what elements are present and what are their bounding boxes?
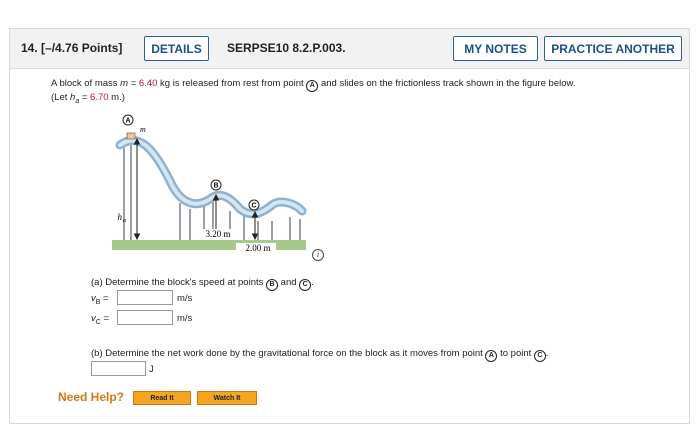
figure-dim-2-00: 2.00 m — [245, 243, 270, 253]
block — [126, 132, 136, 140]
equals-sign: = — [100, 293, 109, 304]
part-a-text: (a) Determine the block's speed at point… — [91, 277, 267, 288]
figure-dim-3-20: 3.20 m — [205, 229, 230, 239]
point-a-marker: A — [485, 350, 498, 362]
question-number: 14. — [21, 41, 38, 55]
problem-text: and slides on the frictionless track sho… — [318, 78, 576, 89]
practice-another-button[interactable]: PRACTICE ANOTHER — [544, 36, 682, 61]
figure-point-b-label: B — [213, 183, 218, 190]
part-a-text: . — [311, 277, 314, 288]
figure-point-c-label: C — [251, 203, 256, 210]
point-b-marker: B — [266, 279, 279, 291]
track-figure: A m B C h a 3.20 m 2.00 m — [112, 114, 307, 254]
part-b-text: (b) Determine the net work done by the g… — [91, 348, 486, 359]
need-help-label: Need Help? — [58, 390, 125, 404]
vb-input[interactable] — [117, 290, 173, 305]
vc-label: vC = — [91, 313, 109, 326]
part-b-text: . — [545, 348, 549, 359]
part-b-prompt: (b) Determine the net work done by the g… — [91, 347, 549, 362]
ground — [112, 240, 306, 250]
problem-text: A block of mass — [51, 78, 121, 89]
problem-text: m.) — [108, 92, 125, 103]
question-points: [–/4.76 Points] — [41, 41, 123, 55]
part-a-text: and — [278, 277, 300, 288]
info-icon[interactable]: i — [312, 249, 324, 261]
mass-variable: m — [120, 78, 129, 89]
equals-sign: = — [100, 313, 109, 324]
figure-point-a-label: A — [125, 118, 130, 125]
mass-value: 6.40 — [138, 78, 158, 89]
height-value: 6.70 — [90, 92, 109, 103]
problem-text: (Let — [51, 92, 71, 103]
question-header: 14. [–/4.76 Points] DETAILS SERPSE10 8.2… — [10, 29, 689, 69]
point-a-marker: A — [306, 80, 319, 92]
details-button[interactable]: DETAILS — [144, 36, 209, 61]
figure-ha-label: h — [118, 212, 123, 222]
watch-it-button[interactable]: Watch It — [197, 391, 257, 405]
equals-sign: = — [79, 92, 91, 103]
part-a-prompt: (a) Determine the block's speed at point… — [91, 276, 314, 291]
question-code: SERPSE10 8.2.P.003. — [227, 41, 346, 55]
point-c-marker: C — [533, 350, 546, 362]
figure-mass-label: m — [140, 125, 146, 134]
part-b-text: to point — [497, 348, 534, 359]
my-notes-button[interactable]: MY NOTES — [453, 36, 538, 61]
ha-dimension-line — [133, 137, 141, 241]
c-height-dimension-line — [251, 210, 259, 241]
problem-line-2: (Let ha = 6.70 m.) — [51, 91, 125, 108]
figure-ha-subscript: a — [123, 218, 126, 224]
problem-text: kg is released from rest from point — [157, 78, 307, 89]
point-c-marker: C — [299, 279, 312, 291]
equals-sign: = — [128, 78, 139, 89]
vb-label: vB = — [91, 293, 109, 306]
vb-unit: m/s — [177, 293, 193, 304]
vc-unit: m/s — [177, 313, 193, 324]
work-input[interactable] — [91, 361, 146, 376]
work-unit: J — [149, 364, 154, 375]
read-it-button[interactable]: Read It — [133, 391, 191, 405]
vc-input[interactable] — [117, 310, 173, 325]
question-number-points: 14. [–/4.76 Points] — [21, 41, 122, 55]
question-card: 14. [–/4.76 Points] DETAILS SERPSE10 8.2… — [9, 28, 690, 424]
problem-line-1: A block of mass m = 6.40 kg is released … — [51, 77, 575, 92]
